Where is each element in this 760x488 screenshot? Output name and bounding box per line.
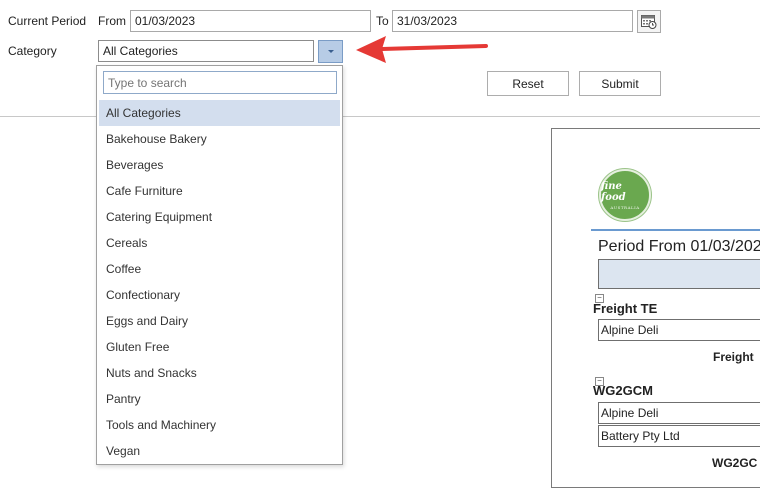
chevron-down-icon	[327, 50, 334, 53]
report-header-band	[598, 259, 760, 289]
category-option[interactable]: Vegan	[99, 438, 340, 464]
report-row: Alpine Deli	[598, 319, 760, 341]
category-list: All Categories Bakehouse Bakery Beverage…	[99, 100, 340, 464]
category-dropdown-toggle[interactable]	[318, 40, 343, 63]
category-option[interactable]: Eggs and Dairy	[99, 308, 340, 334]
category-option[interactable]: Confectionary	[99, 282, 340, 308]
header-rule	[591, 229, 760, 231]
current-period-label: Current Period	[8, 14, 87, 28]
report-period-text: Period From 01/03/2023	[598, 238, 760, 255]
report-row: Alpine Deli	[598, 402, 760, 424]
submit-button[interactable]: Submit	[579, 71, 661, 96]
category-option[interactable]: Bakehouse Bakery	[99, 126, 340, 152]
from-label: From	[98, 14, 126, 28]
category-option[interactable]: Pantry	[99, 386, 340, 412]
category-option[interactable]: Gluten Free	[99, 334, 340, 360]
report-preview: fine food AUSTRALIA Period From 01/03/20…	[551, 128, 760, 488]
category-option[interactable]: Beverages	[99, 152, 340, 178]
to-label: To	[376, 14, 389, 28]
calendar-button[interactable]	[637, 10, 661, 33]
from-date-field[interactable]: 01/03/2023	[130, 10, 371, 32]
reset-button[interactable]: Reset	[487, 71, 569, 96]
category-option[interactable]: All Categories	[99, 100, 340, 126]
category-option[interactable]: Cafe Furniture	[99, 178, 340, 204]
fine-food-logo: fine food AUSTRALIA	[599, 169, 651, 221]
category-option[interactable]: Catering Equipment	[99, 204, 340, 230]
annotation-arrow	[356, 36, 488, 63]
category-search-input[interactable]	[103, 71, 337, 94]
category-label: Category	[8, 44, 57, 58]
category-select[interactable]: All Categories	[98, 40, 314, 62]
report-row: Battery Pty Ltd	[598, 425, 760, 447]
category-dropdown-panel: All Categories Bakehouse Bakery Beverage…	[96, 65, 343, 465]
section-title-wg2gcm: WG2GCM	[593, 383, 653, 398]
section-total-wg2gcm: WG2GC	[712, 456, 758, 470]
to-date-field[interactable]: 31/03/2023	[392, 10, 633, 32]
category-option[interactable]: Cereals	[99, 230, 340, 256]
category-option[interactable]: Nuts and Snacks	[99, 360, 340, 386]
category-option[interactable]: Coffee	[99, 256, 340, 282]
category-option[interactable]: Tools and Machinery	[99, 412, 340, 438]
calendar-icon	[641, 15, 657, 29]
section-total-freight: Freight	[713, 350, 754, 364]
section-title-freight: Freight TE	[593, 301, 658, 316]
